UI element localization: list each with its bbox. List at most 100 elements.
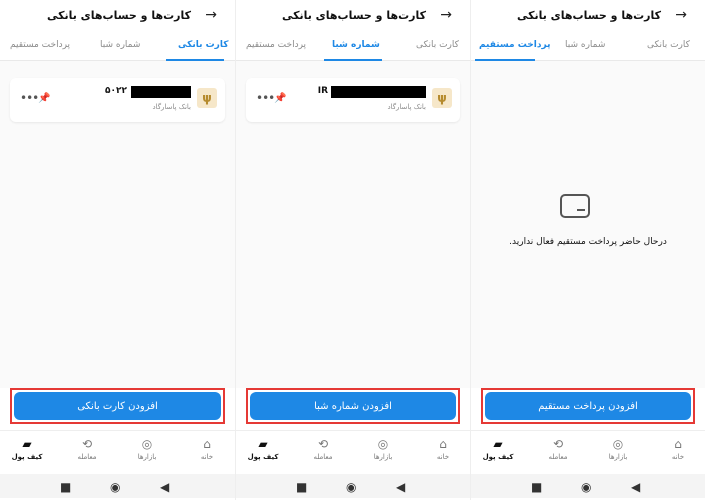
trade-icon: ⟲: [81, 437, 93, 451]
nav-trade[interactable]: ⟲ معامله: [300, 437, 346, 461]
sheba-number: IR: [317, 86, 328, 96]
nav-label: معامله: [313, 453, 333, 461]
tab-bank-card[interactable]: کارت بانکی: [178, 40, 228, 50]
home-icon: ⌂: [674, 437, 682, 451]
tab-sheba[interactable]: شماره شبا: [332, 40, 380, 50]
nav-markets[interactable]: ◎ بازارها: [124, 437, 170, 461]
home-circle-icon[interactable]: ◉: [581, 480, 591, 494]
bank-name: بانک پاسارگاد: [387, 103, 426, 111]
add-bank-card-button[interactable]: افزودن کارت بانکی: [14, 392, 221, 420]
bank-logo-icon: ψ: [432, 88, 452, 108]
back-arrow-icon[interactable]: →: [675, 7, 687, 23]
content-area: ψ ۵۰۲۲ بانک پاسارگاد 📌 •••: [0, 61, 235, 388]
tab-bar: پرداخت مستقیم شماره شبا کارت بانکی: [471, 36, 705, 61]
nav-wallet[interactable]: ▰ کیف پول: [475, 437, 521, 461]
markets-icon: ◎: [612, 437, 624, 451]
nav-markets[interactable]: ◎ بازارها: [360, 437, 406, 461]
nav-label: بازارها: [137, 453, 157, 461]
wallet-icon: ▰: [258, 437, 268, 451]
app-header: → کارت‌ها و حساب‌های بانکی: [0, 0, 235, 34]
masked-number: [131, 86, 191, 98]
bottom-nav: ▰ کیف پول ⟲ معامله ◎ بازارها ⌂ خانه: [0, 430, 235, 471]
home-circle-icon[interactable]: ◉: [346, 480, 356, 494]
nav-wallet[interactable]: ▰ کیف پول: [4, 437, 50, 461]
tab-sheba[interactable]: شماره شبا: [100, 40, 140, 50]
nav-home[interactable]: ⌂ خانه: [420, 437, 466, 461]
system-nav-bar: ■ ◉ ◀: [471, 474, 705, 498]
home-icon: ⌂: [439, 437, 447, 451]
trade-icon: ⟲: [317, 437, 329, 451]
recent-apps-icon[interactable]: ■: [60, 480, 71, 494]
system-nav-bar: ■ ◉ ◀: [0, 474, 235, 498]
screens-container: → کارت‌ها و حساب‌های بانکی پرداخت مستقیم…: [0, 0, 707, 500]
nav-label: بازارها: [608, 453, 628, 461]
nav-label: کیف پول: [247, 453, 279, 461]
back-triangle-icon[interactable]: ◀: [396, 480, 405, 494]
sheba-item[interactable]: ψ IR بانک پاسارگاد 📌 •••: [246, 78, 460, 122]
back-triangle-icon[interactable]: ◀: [631, 480, 640, 494]
tab-direct-payment[interactable]: پرداخت مستقیم: [479, 40, 550, 50]
nav-markets[interactable]: ◎ بازارها: [595, 437, 641, 461]
nav-label: خانه: [200, 453, 214, 461]
recent-apps-icon[interactable]: ■: [531, 480, 542, 494]
page-title: کارت‌ها و حساب‌های بانکی: [46, 9, 191, 22]
nav-trade[interactable]: ⟲ معامله: [64, 437, 110, 461]
content-area: ψ IR بانک پاسارگاد 📌 •••: [236, 61, 470, 388]
bank-card-item[interactable]: ψ ۵۰۲۲ بانک پاسارگاد 📌 •••: [10, 78, 225, 122]
back-arrow-icon[interactable]: →: [205, 7, 217, 23]
more-options-icon[interactable]: •••: [20, 91, 39, 105]
wallet-icon: ▰: [493, 437, 503, 451]
back-triangle-icon[interactable]: ◀: [160, 480, 169, 494]
screen-direct-payment: → کارت‌ها و حساب‌های بانکی پرداخت مستقیم…: [470, 0, 705, 500]
bottom-nav: ▰ کیف پول ⟲ معامله ◎ بازارها ⌂ خانه: [236, 430, 470, 471]
content-area: درحال حاضر پرداخت مستقیم فعال ندارید.: [471, 61, 705, 388]
nav-label: معامله: [548, 453, 568, 461]
markets-icon: ◎: [377, 437, 389, 451]
wallet-icon: ▰: [22, 437, 32, 451]
trade-icon: ⟲: [552, 437, 564, 451]
more-options-icon[interactable]: •••: [256, 91, 275, 105]
nav-wallet[interactable]: ▰ کیف پول: [240, 437, 286, 461]
tab-direct-payment[interactable]: پرداخت مستقیم: [10, 40, 70, 50]
add-sheba-button[interactable]: افزودن شماره شبا: [250, 392, 456, 420]
home-circle-icon[interactable]: ◉: [110, 480, 120, 494]
home-icon: ⌂: [203, 437, 211, 451]
markets-icon: ◎: [141, 437, 153, 451]
tab-bank-card[interactable]: کارت بانکی: [416, 40, 459, 50]
app-header: → کارت‌ها و حساب‌های بانکی: [236, 0, 470, 34]
screen-sheba: → کارت‌ها و حساب‌های بانکی پرداخت مستقیم…: [235, 0, 470, 500]
nav-label: معامله: [77, 453, 97, 461]
recent-apps-icon[interactable]: ■: [296, 480, 307, 494]
nav-label: کیف پول: [482, 453, 514, 461]
back-arrow-icon[interactable]: →: [440, 7, 452, 23]
nav-label: خانه: [671, 453, 685, 461]
add-direct-payment-button[interactable]: افزودن پرداخت مستقیم: [485, 392, 691, 420]
add-button-highlight: افزودن شماره شبا: [246, 388, 460, 424]
masked-number: [331, 86, 426, 98]
card-number: ۵۰۲۲: [105, 86, 127, 96]
nav-label: خانه: [436, 453, 450, 461]
add-button-highlight: افزودن کارت بانکی: [10, 388, 225, 424]
nav-trade[interactable]: ⟲ معامله: [535, 437, 581, 461]
tab-sheba[interactable]: شماره شبا: [565, 40, 605, 50]
bank-name: بانک پاسارگاد: [152, 103, 191, 111]
system-nav-bar: ■ ◉ ◀: [236, 474, 470, 498]
tab-bar: پرداخت مستقیم شماره شبا کارت بانکی: [0, 36, 235, 61]
nav-home[interactable]: ⌂ خانه: [184, 437, 230, 461]
tab-bank-card[interactable]: کارت بانکی: [647, 40, 690, 50]
empty-wallet-icon: [560, 194, 590, 218]
nav-label: کیف پول: [11, 453, 43, 461]
page-title: کارت‌ها و حساب‌های بانکی: [516, 9, 661, 22]
pin-icon[interactable]: 📌: [274, 93, 286, 104]
add-button-highlight: افزودن پرداخت مستقیم: [481, 388, 695, 424]
tab-direct-payment[interactable]: پرداخت مستقیم: [246, 40, 306, 50]
pin-icon[interactable]: 📌: [38, 93, 50, 104]
app-header: → کارت‌ها و حساب‌های بانکی: [471, 0, 705, 34]
tab-bar: پرداخت مستقیم شماره شبا کارت بانکی: [236, 36, 470, 61]
bank-logo-icon: ψ: [197, 88, 217, 108]
nav-label: بازارها: [373, 453, 393, 461]
nav-home[interactable]: ⌂ خانه: [655, 437, 701, 461]
empty-state-message: درحال حاضر پرداخت مستقیم فعال ندارید.: [509, 237, 667, 247]
page-title: کارت‌ها و حساب‌های بانکی: [281, 9, 426, 22]
screen-bank-card: → کارت‌ها و حساب‌های بانکی پرداخت مستقیم…: [0, 0, 235, 500]
